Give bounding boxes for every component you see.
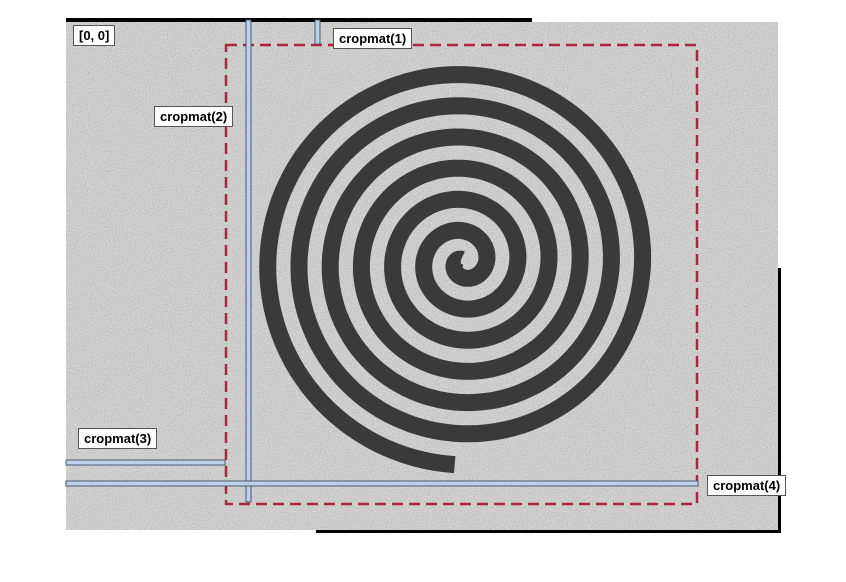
cropmat3-bar [65,459,226,466]
origin-label: [0, 0] [73,25,116,46]
cropmat2-label: cropmat(2) [154,106,234,127]
cropmat4-bar [65,480,699,487]
cropmat1-label: cropmat(1) [333,28,413,49]
cropmat4-label: cropmat(4) [707,475,787,496]
diagram-canvas: [0, 0] cropmat(1) cropmat(2) cropmat(3) … [0,0,846,577]
cropmat2-bar [245,19,252,503]
cropmat3-label: cropmat(3) [78,428,158,449]
cropmat1-bar [314,19,321,45]
